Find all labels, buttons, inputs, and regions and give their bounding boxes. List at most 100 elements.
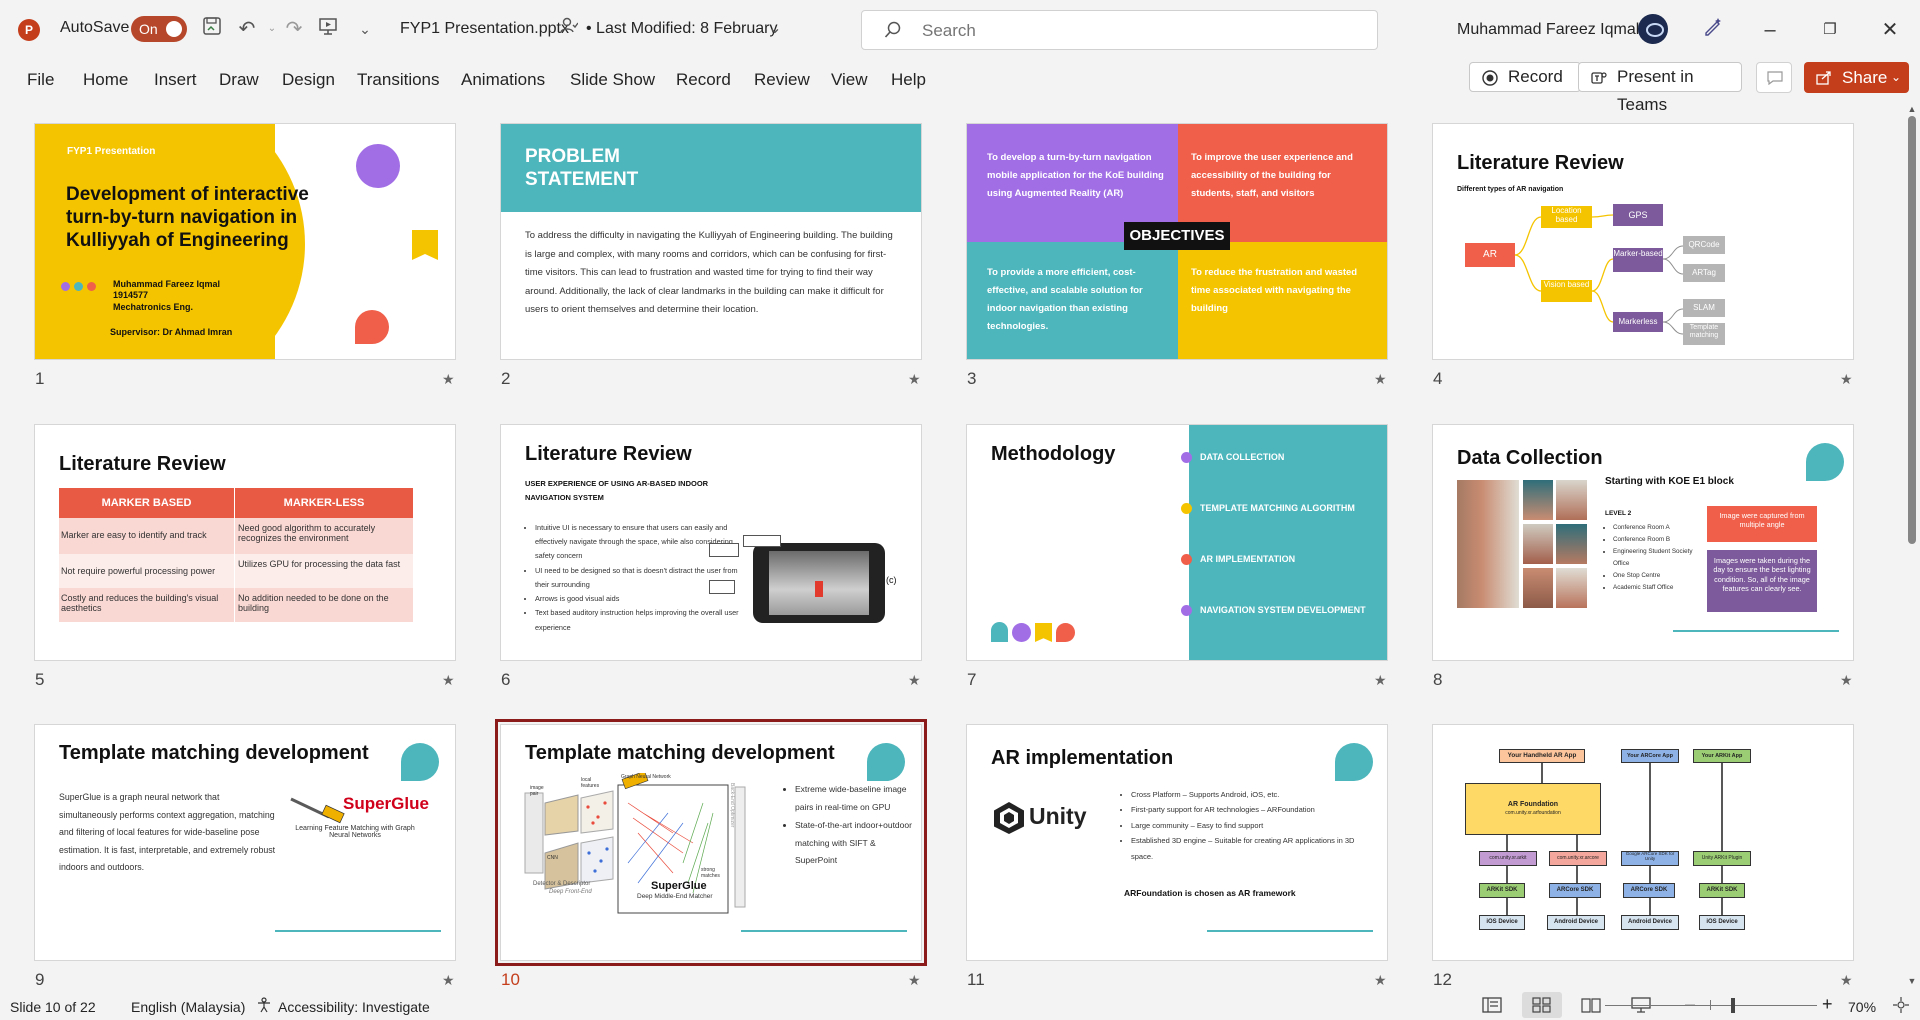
- figure-label-middle-end: Deep Middle-End Matcher: [637, 893, 713, 900]
- slide-thumbnail-7[interactable]: Methodology DATA COLLECTION TEMPLATE MAT…: [966, 424, 1388, 661]
- present-in-teams-button[interactable]: Present in Teams: [1578, 62, 1742, 114]
- list-item: Cross Platform – Supports Android, iOS, …: [1131, 787, 1361, 802]
- designer-pen-icon[interactable]: [1700, 16, 1726, 42]
- slide-title: Literature Review: [525, 443, 692, 465]
- minimize-button[interactable]: –: [1755, 16, 1785, 44]
- animation-star-icon[interactable]: ★: [1840, 972, 1853, 989]
- undo-icon[interactable]: ↶: [234, 16, 260, 42]
- animation-star-icon[interactable]: ★: [442, 672, 455, 689]
- autosave-toggle[interactable]: On: [131, 16, 187, 42]
- zoom-in-icon[interactable]: +: [1822, 994, 1833, 1015]
- slide-thumbnail-4[interactable]: Literature Review Different types of AR …: [1432, 123, 1854, 360]
- normal-view-icon[interactable]: [1481, 996, 1503, 1014]
- teal-rule: [1673, 630, 1839, 632]
- slide-thumbnail-9[interactable]: Template matching development SuperGlue …: [34, 724, 456, 961]
- chevron-down-icon[interactable]: ⌄: [762, 16, 788, 42]
- accessibility-icon[interactable]: [256, 997, 272, 1013]
- superglue-architecture-figure: [523, 770, 763, 943]
- search-input[interactable]: [922, 19, 1362, 43]
- bookmark-shape: [1035, 623, 1052, 642]
- tab-slide-show[interactable]: Slide Show: [570, 70, 655, 90]
- document-title[interactable]: FYP1 Presentation.pptx: [400, 20, 569, 38]
- box-android-device: Android Device: [1547, 915, 1605, 930]
- box-arcore-sdk: ARCore SDK: [1549, 883, 1601, 898]
- tab-insert[interactable]: Insert: [154, 70, 197, 90]
- student-id: 1914577: [113, 290, 149, 300]
- slide-thumbnail-8[interactable]: Data Collection Starting with KOE E1 blo…: [1432, 424, 1854, 661]
- slide-thumbnail-12[interactable]: Your Handheld AR App Your ARCore App You…: [1432, 724, 1854, 961]
- animation-star-icon[interactable]: ★: [908, 672, 921, 689]
- animation-star-icon[interactable]: ★: [1374, 672, 1387, 689]
- animation-star-icon[interactable]: ★: [442, 972, 455, 989]
- animation-star-icon[interactable]: ★: [908, 371, 921, 388]
- restore-button[interactable]: ❐: [1815, 16, 1845, 44]
- save-icon[interactable]: [199, 16, 225, 42]
- zoom-slider[interactable]: [1605, 1005, 1817, 1006]
- slide-title: Development of interactive turn-by-turn …: [66, 184, 309, 251]
- tab-help[interactable]: Help: [891, 70, 926, 90]
- tab-home[interactable]: Home: [83, 70, 128, 90]
- reading-view-icon[interactable]: [1580, 996, 1602, 1014]
- photo: [1556, 524, 1587, 564]
- zoom-slider-thumb[interactable]: [1731, 998, 1735, 1013]
- photo: [1523, 480, 1553, 520]
- slide-thumbnail-11[interactable]: AR implementation Unity Cross Platform –…: [966, 724, 1388, 961]
- slide-kicker: FYP1 Presentation: [67, 146, 156, 157]
- zoom-level[interactable]: 70%: [1848, 999, 1876, 1015]
- list-item: Arrows is good visual aids: [535, 592, 745, 606]
- animation-star-icon[interactable]: ★: [1840, 371, 1853, 388]
- comparison-table: MARKER BASED MARKER-LESS Marker are easy…: [59, 488, 413, 622]
- tab-record[interactable]: Record: [676, 70, 731, 90]
- ar-foundation-label: AR Foundation: [1507, 801, 1559, 808]
- record-button[interactable]: Record: [1469, 62, 1581, 92]
- customize-toolbar-icon[interactable]: ⌄: [352, 16, 378, 42]
- box-ios-device: iOS Device: [1699, 915, 1745, 930]
- purple-circle-shape: [1012, 623, 1031, 642]
- callout-box: [709, 543, 739, 557]
- photo: [1523, 568, 1553, 608]
- tab-design[interactable]: Design: [282, 70, 335, 90]
- redo-icon[interactable]: ↷: [281, 16, 307, 42]
- share-button[interactable]: Share ⌄: [1804, 62, 1909, 93]
- search-box[interactable]: [861, 10, 1378, 50]
- tab-review[interactable]: Review: [754, 70, 810, 90]
- animation-star-icon[interactable]: ★: [1374, 972, 1387, 989]
- bookmark-shape: [412, 230, 438, 260]
- slide-number: 6: [501, 670, 511, 689]
- slide-thumbnail-2[interactable]: PROBLEM STATEMENT To address the difficu…: [500, 123, 922, 360]
- user-name[interactable]: Muhammad Fareez Iqmal: [1457, 21, 1639, 39]
- slide-position[interactable]: Slide 10 of 22: [10, 999, 96, 1015]
- purple-dot: [1181, 452, 1192, 463]
- slide-sorter-view-icon[interactable]: [1531, 996, 1553, 1014]
- scroll-down-icon[interactable]: ▼: [1906, 976, 1918, 988]
- avatar[interactable]: [1638, 14, 1668, 44]
- language-status[interactable]: English (Malaysia): [131, 999, 245, 1015]
- close-button[interactable]: ✕: [1875, 16, 1905, 44]
- present-from-start-icon[interactable]: [315, 16, 341, 42]
- method-step: DATA COLLECTION: [1200, 452, 1285, 462]
- slide-thumbnail-1[interactable]: FYP1 Presentation Development of interac…: [34, 123, 456, 360]
- scroll-up-icon[interactable]: ▲: [1906, 104, 1918, 116]
- animation-star-icon[interactable]: ★: [1374, 371, 1387, 388]
- share-dropdown-icon[interactable]: ⌄: [1891, 62, 1901, 93]
- fit-to-window-icon[interactable]: [1893, 997, 1909, 1013]
- vertical-scrollbar[interactable]: ▲ ▼: [1904, 104, 1920, 990]
- animation-star-icon[interactable]: ★: [442, 371, 455, 388]
- tab-transitions[interactable]: Transitions: [357, 70, 440, 90]
- comments-button[interactable]: [1756, 62, 1792, 93]
- scroll-thumb[interactable]: [1908, 116, 1916, 544]
- animation-star-icon[interactable]: ★: [1840, 672, 1853, 689]
- table-header-cell: MARKER-LESS: [283, 497, 365, 509]
- purple-dot: [1181, 605, 1192, 616]
- slide-thumbnail-6[interactable]: Literature Review USER EXPERIENCE OF USI…: [500, 424, 922, 661]
- slide-thumbnail-10[interactable]: Template matching development image pair…: [495, 719, 927, 966]
- animation-star-icon[interactable]: ★: [908, 972, 921, 989]
- tab-file[interactable]: File: [27, 70, 54, 90]
- tab-animations[interactable]: Animations: [461, 70, 545, 90]
- slide-thumbnail-3[interactable]: To develop a turn-by-turn navigation mob…: [966, 123, 1388, 360]
- last-modified[interactable]: • Last Modified: 8 February: [586, 20, 777, 38]
- accessibility-status[interactable]: Accessibility: Investigate: [278, 999, 430, 1015]
- tab-draw[interactable]: Draw: [219, 70, 259, 90]
- slide-thumbnail-5[interactable]: Literature Review MARKER BASED MARKER-LE…: [34, 424, 456, 661]
- tab-view[interactable]: View: [831, 70, 868, 90]
